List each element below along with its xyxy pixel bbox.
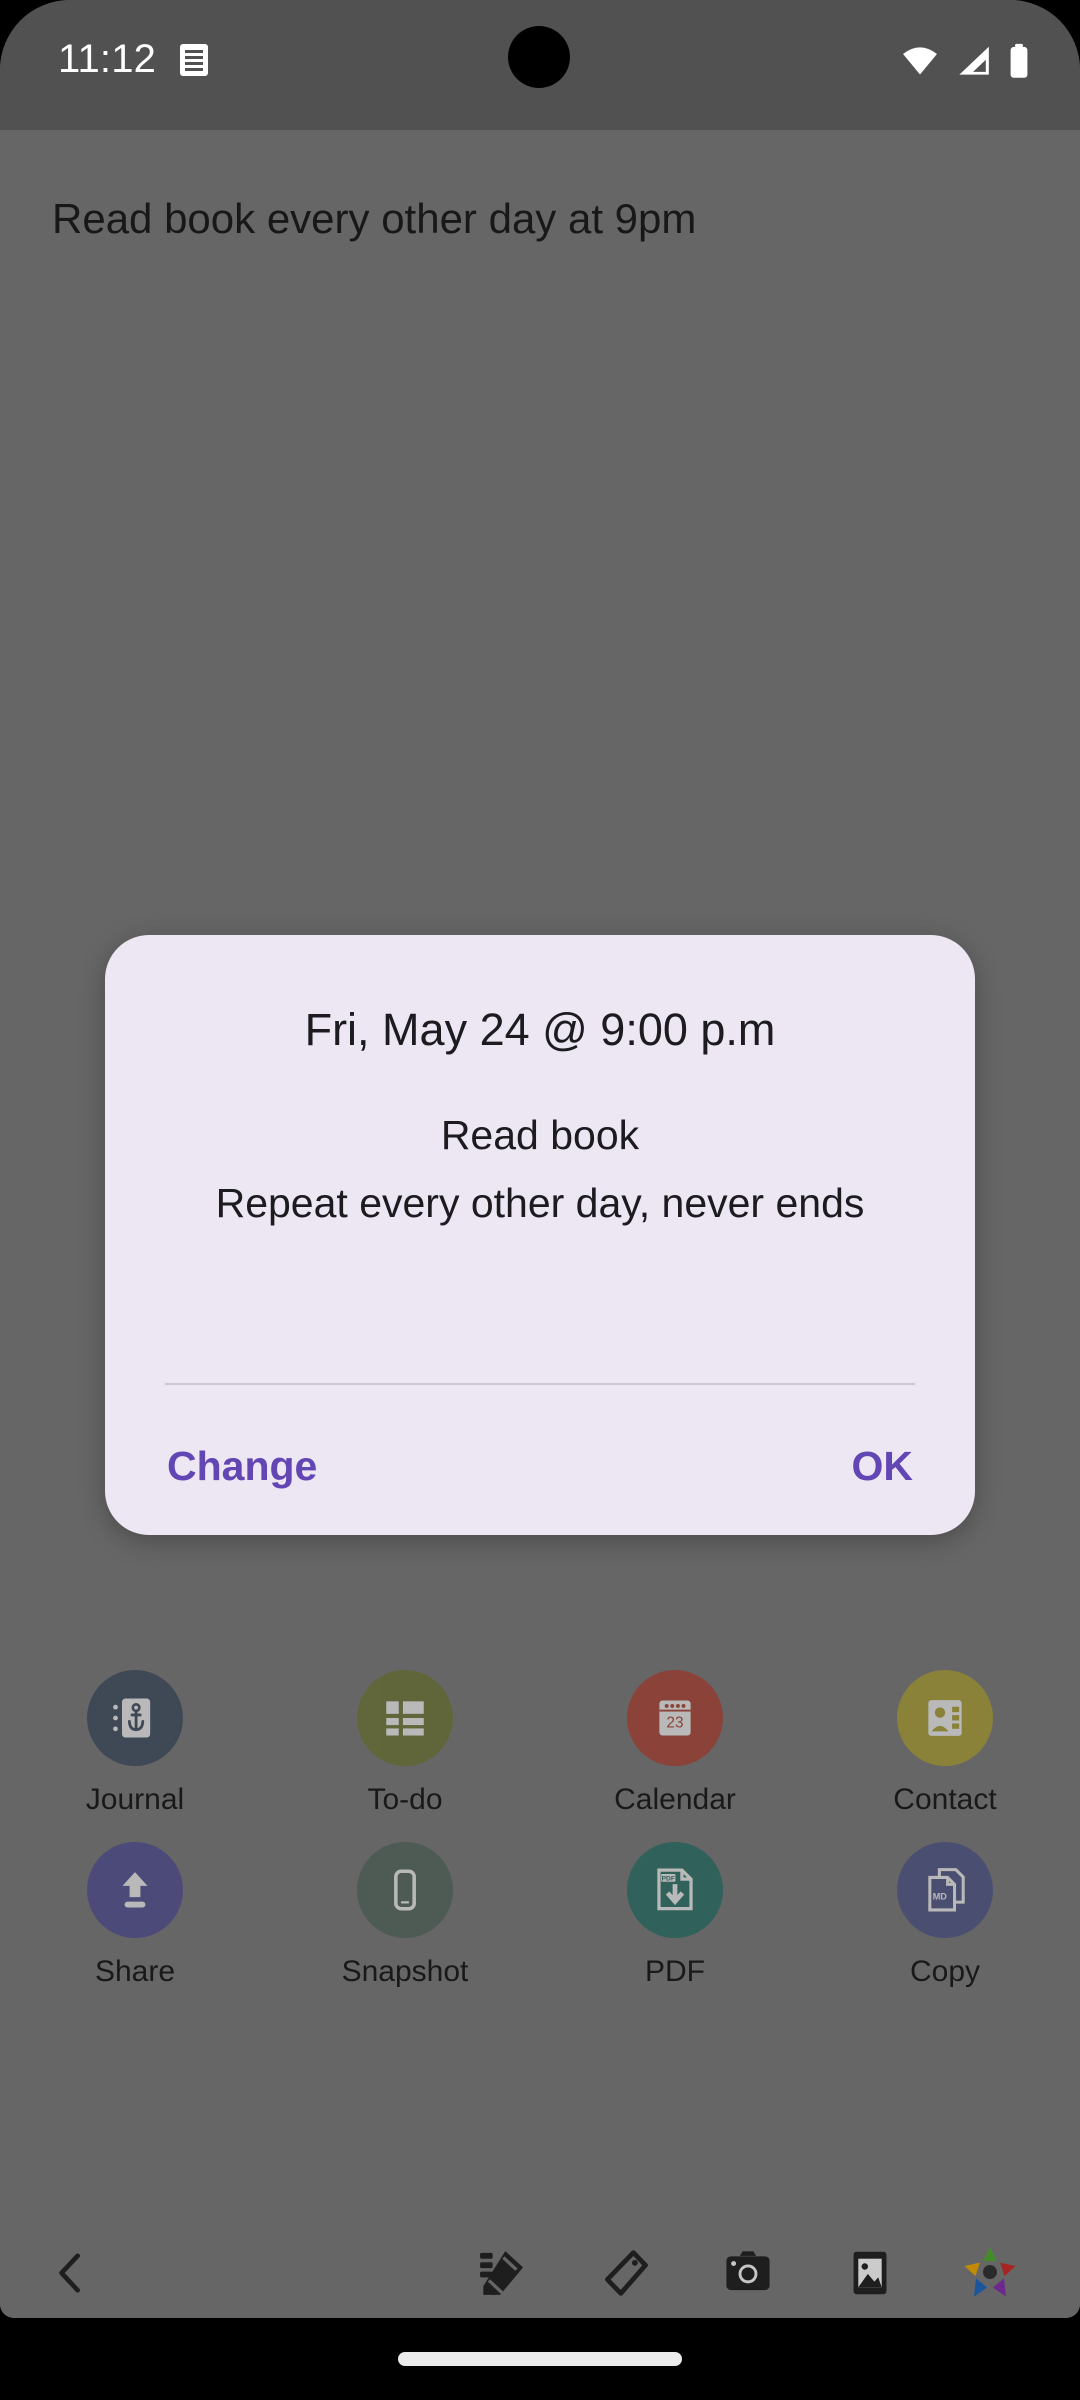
grid-item-pdf[interactable]: PDF PDF <box>540 1842 810 1990</box>
dialog-divider <box>165 1383 915 1385</box>
home-gesture-pill[interactable] <box>398 2352 682 2366</box>
ok-button[interactable]: OK <box>838 1429 928 1503</box>
copy-markdown-icon: MD <box>897 1842 993 1938</box>
share-upload-icon <box>87 1842 183 1938</box>
icon-row-2: Share Snapshot PDF PDF MD Copy <box>0 1842 1080 1990</box>
svg-text:MD: MD <box>933 1892 948 1902</box>
gallery-image-icon[interactable] <box>828 2236 912 2310</box>
calendar-23-icon: 23 <box>627 1670 723 1766</box>
note-edit-icon[interactable] <box>460 2236 544 2310</box>
grid-item-label: To-do <box>367 1783 443 1816</box>
grid-item-label: Contact <box>893 1783 997 1816</box>
grid-item-calendar[interactable]: 23 Calendar <box>540 1670 810 1818</box>
grid-item-label: Journal <box>85 1783 185 1816</box>
grid-item-todo[interactable]: To-do <box>270 1670 540 1818</box>
notification-list-icon <box>180 44 208 76</box>
dialog-message: Read book Repeat every other day, never … <box>215 1112 865 1226</box>
phone-frame: Read book every other day at 9pm Journal… <box>0 0 1080 2400</box>
grid-item-label: PDF <box>645 1955 705 1988</box>
snapshot-phone-icon <box>357 1842 453 1938</box>
todo-grid-icon <box>357 1670 453 1766</box>
cellular-signal-icon <box>954 45 992 77</box>
change-button[interactable]: Change <box>153 1429 331 1503</box>
wifi-icon <box>900 45 940 77</box>
colorful-star-icon[interactable] <box>948 2236 1032 2310</box>
grid-item-share[interactable]: Share <box>0 1842 270 1990</box>
grid-item-label: Copy <box>909 1955 981 1988</box>
svg-text:PDF: PDF <box>662 1875 675 1882</box>
svg-text:23: 23 <box>666 1715 683 1732</box>
battery-full-icon <box>1006 43 1032 79</box>
camera-icon[interactable] <box>706 2236 790 2310</box>
pdf-download-icon: PDF <box>627 1842 723 1938</box>
journal-anchor-icon <box>87 1670 183 1766</box>
dialog-action-bar: Change OK <box>105 1413 975 1533</box>
grid-item-contact[interactable]: Contact <box>810 1670 1080 1818</box>
reminder-confirmation-dialog: Fri, May 24 @ 9:00 p.m Read book Repeat … <box>105 935 975 1535</box>
contact-card-icon <box>897 1670 993 1766</box>
grid-item-copy[interactable]: MD Copy <box>810 1842 1080 1990</box>
tag-icon[interactable] <box>584 2236 668 2310</box>
grid-item-journal[interactable]: Journal <box>0 1670 270 1818</box>
status-bar-clock: 11:12 <box>58 37 157 81</box>
status-bar-indicators <box>900 38 1032 84</box>
background-page-title: Read book every other day at 9pm <box>52 195 697 242</box>
front-camera-punch-hole <box>508 26 570 88</box>
screen-surface: Read book every other day at 9pm Journal… <box>0 0 1080 2318</box>
bottom-toolbar <box>0 2228 1080 2318</box>
grid-item-label: Share <box>94 1955 176 1988</box>
grid-item-label: Calendar <box>614 1783 736 1816</box>
action-icon-grid: Journal To-do 23 Calendar Contact Share … <box>0 1670 1080 2014</box>
grid-item-snapshot[interactable]: Snapshot <box>270 1842 540 1990</box>
grid-item-label: Snapshot <box>341 1955 469 1988</box>
gesture-navigation-bar <box>0 2318 1080 2400</box>
icon-row-1: Journal To-do 23 Calendar Contact <box>0 1670 1080 1818</box>
back-chevron-icon[interactable] <box>28 2236 112 2310</box>
dialog-title: Fri, May 24 @ 9:00 p.m <box>304 1004 776 1055</box>
